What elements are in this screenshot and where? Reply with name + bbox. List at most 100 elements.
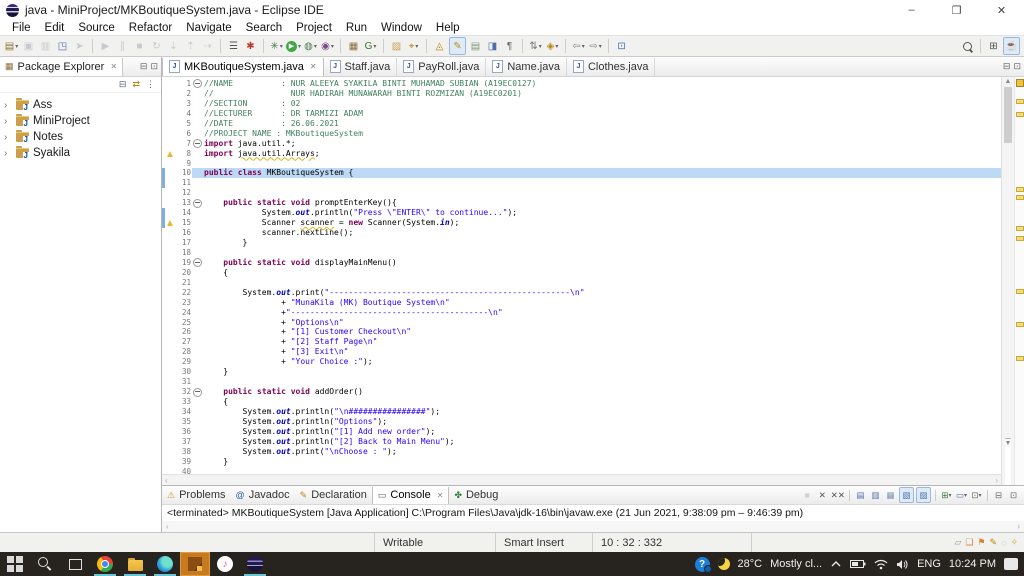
fold-cell[interactable] (192, 139, 202, 149)
last-edit-location-icon[interactable]: ◨ (485, 38, 500, 54)
fold-collapse-icon[interactable] (193, 79, 202, 88)
open-type-icon[interactable]: ▨ (389, 38, 404, 54)
taskbar-edge-icon[interactable] (150, 552, 180, 576)
close-tab-icon[interactable]: ✕ (437, 491, 444, 500)
profile-icon[interactable]: ◉▾ (320, 38, 335, 54)
maximize-view-icon[interactable]: ⊡ (150, 61, 158, 72)
lightbulb-tip-icon[interactable]: ✧ (1010, 537, 1018, 548)
terminate-console-icon[interactable]: ■ (801, 488, 814, 502)
editor-horizontal-scrollbar[interactable]: ‹ › (162, 474, 1001, 485)
warning-marker[interactable] (1016, 112, 1024, 117)
warning-marker[interactable] (1016, 356, 1024, 361)
search-icon[interactable] (960, 38, 975, 54)
get-help-icon[interactable]: ? (695, 557, 710, 572)
scroll-lock-icon[interactable]: ▥ (869, 488, 882, 502)
fold-collapse-icon[interactable] (193, 199, 202, 208)
edit-pencil-icon[interactable]: ✎ (990, 537, 998, 548)
minimize-view-icon[interactable]: ⊟ (140, 61, 148, 72)
editor-vertical-scrollbar[interactable]: ▲ ▼ (1001, 77, 1014, 485)
show-whitespace-icon[interactable]: ¶ (502, 38, 517, 54)
tray-language[interactable]: ENG (917, 558, 941, 570)
maximize-panel-icon[interactable]: ⊡ (1007, 488, 1020, 502)
debug-icon[interactable]: ✳▾ (269, 38, 284, 54)
menu-help[interactable]: Help (429, 22, 467, 34)
sort-icon[interactable]: ⇅▾ (528, 38, 543, 54)
taskbar-eclipse-icon[interactable] (240, 552, 270, 576)
mark-occurrences-icon[interactable]: ◬ (432, 38, 447, 54)
minimize-panel-icon[interactable]: ⊟ (992, 488, 1005, 502)
search-torch-icon[interactable]: ⌖▾ (406, 38, 421, 54)
expand-chevron-icon[interactable]: › (4, 116, 12, 127)
menu-navigate[interactable]: Navigate (179, 22, 238, 34)
external-tools-icon[interactable]: ✱ (243, 38, 258, 54)
tray-chevron-up-icon[interactable] (830, 560, 842, 568)
progress-icon[interactable]: ◌ (1001, 538, 1006, 548)
warning-marker[interactable] (1016, 187, 1024, 192)
tip-bubble-icon[interactable]: ❏ (965, 537, 973, 548)
run-icon[interactable]: ▶▾ (286, 38, 301, 54)
tab-debug[interactable]: ✤Debug (449, 487, 503, 504)
scroll-left-icon[interactable]: ‹ (165, 476, 168, 485)
warning-marker[interactable] (1016, 289, 1024, 294)
taskbar-itunes-icon[interactable]: ♪ (210, 552, 240, 576)
pin-editor-icon[interactable]: ⊡ (614, 38, 629, 54)
generate-icon[interactable]: G▾ (363, 38, 378, 54)
overall-warning-indicator[interactable] (1016, 79, 1024, 87)
console-horizontal-scrollbar[interactable]: ‹ › (162, 521, 1024, 532)
display-selected-console-icon[interactable]: ▭▾ (955, 488, 968, 502)
warning-marker[interactable] (1016, 99, 1024, 104)
word-wrap-icon[interactable]: ▦ (884, 488, 897, 502)
warning-marker[interactable] (1016, 322, 1024, 327)
tab-javadoc[interactable]: @Javadoc (231, 487, 295, 504)
step-return-icon[interactable]: ⇢ (200, 38, 215, 54)
select-pointer-icon[interactable]: ➤ (72, 38, 87, 54)
link-with-editor-icon[interactable]: ⇄ (132, 79, 140, 90)
menu-file[interactable]: File (5, 22, 38, 34)
filters-icon[interactable]: ◈▾ (545, 38, 560, 54)
tab-package-explorer[interactable]: ▦ Package Explorer ✕ (0, 58, 123, 76)
java-perspective-icon[interactable]: ☕ (1003, 37, 1020, 55)
fold-cell[interactable] (192, 387, 202, 397)
tray-weather-text[interactable]: Mostly cl... (770, 558, 822, 570)
clear-console-icon[interactable]: ▤ (854, 488, 867, 502)
expand-chevron-icon[interactable]: › (4, 100, 12, 111)
wifi-icon[interactable] (874, 559, 888, 570)
new-java-project-icon[interactable]: ▦ (346, 38, 361, 54)
scrollbar-thumb[interactable] (1004, 87, 1012, 143)
fold-cell[interactable] (192, 198, 202, 208)
resume-icon[interactable]: ▶ (98, 38, 113, 54)
taskbar-chrome-icon[interactable] (90, 552, 120, 576)
menu-refactor[interactable]: Refactor (122, 22, 179, 34)
scroll-up-icon[interactable]: ▲ (1005, 77, 1012, 86)
warning-marker[interactable] (1016, 236, 1024, 241)
show-javadoc-icon[interactable]: ▤ (468, 38, 483, 54)
step-into-icon[interactable]: ⇣ (166, 38, 181, 54)
coverage-icon[interactable]: ◍▾ (303, 38, 318, 54)
save-all-icon[interactable]: ▥ (38, 38, 53, 54)
minimize-editor-icon[interactable]: ⊟ (1003, 61, 1011, 72)
open-perspective-icon[interactable]: ⊞ (986, 38, 1001, 54)
remove-launch-icon[interactable]: ✕ (816, 488, 829, 502)
menu-edit[interactable]: Edit (38, 22, 72, 34)
forward-icon[interactable]: ⇨▾ (588, 38, 603, 54)
save-icon[interactable]: ▣ (21, 38, 36, 54)
minimize-button[interactable]: – (889, 0, 934, 20)
open-console-icon[interactable]: ⊞▾ (940, 488, 953, 502)
skip-breakpoints-icon[interactable]: ☰ (226, 38, 241, 54)
menu-window[interactable]: Window (374, 22, 429, 34)
sidebar-item-miniproject[interactable]: ›MiniProject (0, 113, 161, 129)
taskbar-taskview-icon[interactable] (60, 552, 90, 576)
action-center-icon[interactable] (1004, 558, 1018, 570)
back-icon[interactable]: ⇦▾ (571, 38, 586, 54)
pin-console-icon[interactable]: ⊡▾ (970, 488, 983, 502)
relaunch-icon[interactable]: ↻ (149, 38, 164, 54)
scroll-right-icon[interactable]: › (1017, 522, 1020, 531)
close-button[interactable]: ✕ (979, 0, 1024, 20)
new-wizard-icon[interactable]: ▤▾ (4, 38, 19, 54)
scroll-down-icon[interactable]: ▼ (1005, 438, 1012, 485)
close-view-icon[interactable]: ✕ (110, 62, 117, 71)
code-area[interactable]: 1//NAME : NUR ALEEYA SYAKILA BINTI MUHAM… (162, 77, 1001, 474)
flag-tip-icon[interactable]: ⚑ (977, 537, 985, 548)
warning-marker[interactable] (1016, 195, 1024, 200)
fold-collapse-icon[interactable] (193, 139, 202, 148)
